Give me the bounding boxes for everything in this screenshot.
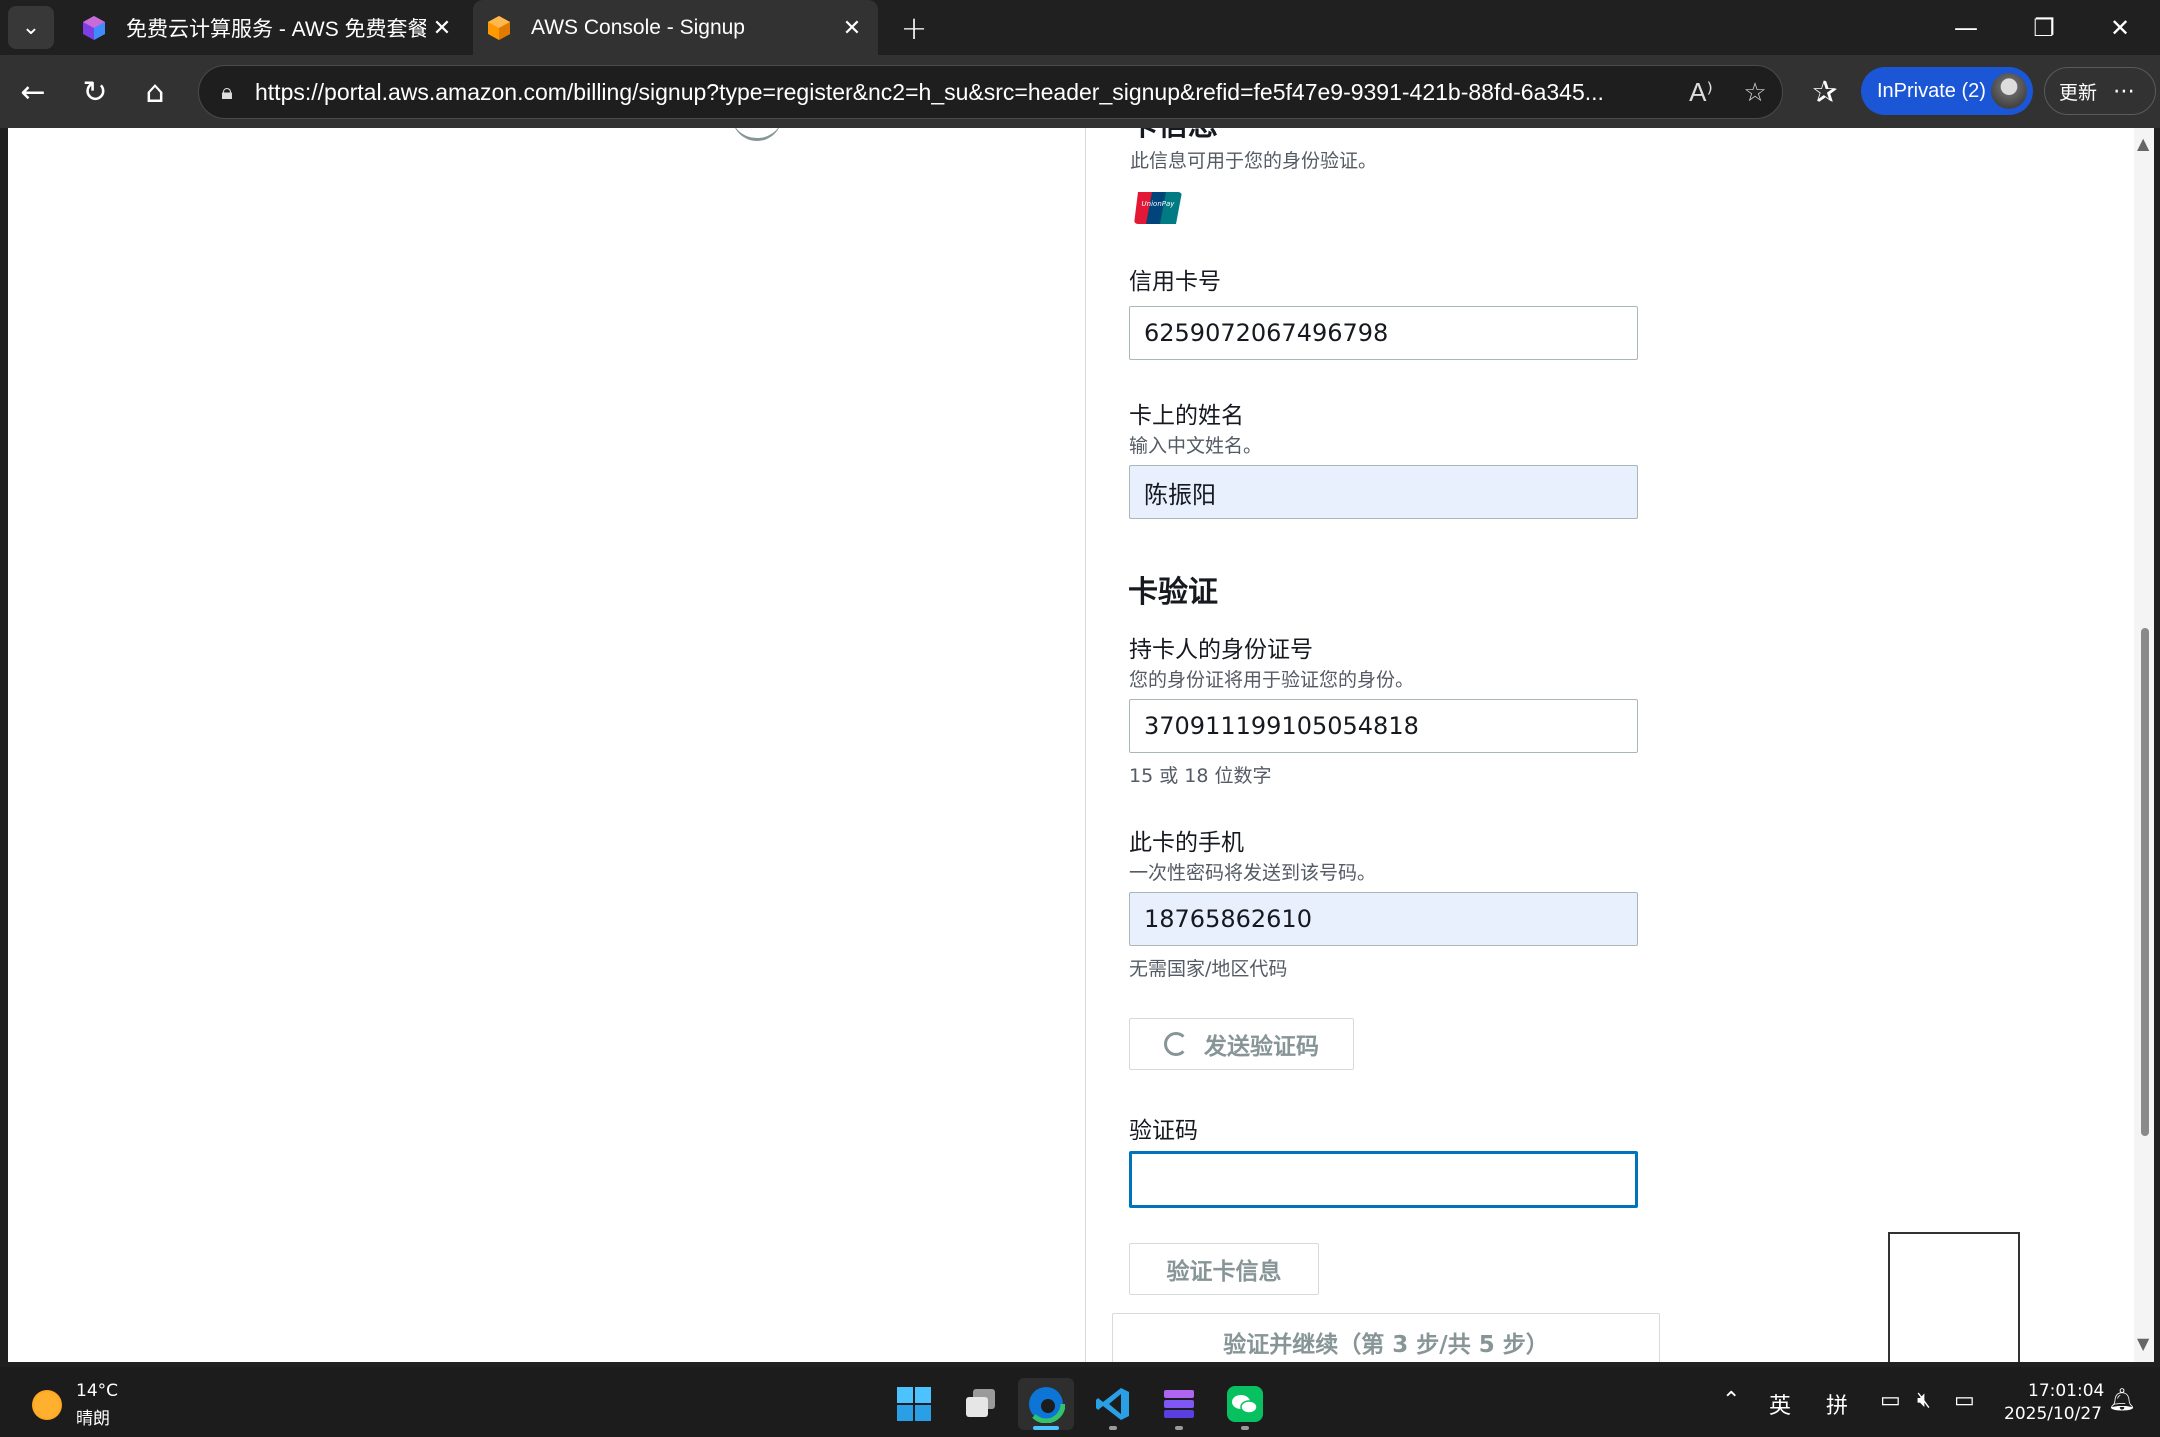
battery-icon[interactable]: ▭ <box>1954 1388 1975 1413</box>
minimize-icon[interactable]: — <box>1926 0 2006 55</box>
verify-card-button[interactable]: 验证卡信息 <box>1129 1243 1319 1295</box>
home-icon[interactable]: ⌂ <box>130 67 180 117</box>
card-name-input[interactable] <box>1129 465 1638 519</box>
id-number-hint: 您的身份证将用于验证您的身份。 <box>1129 669 1415 691</box>
aws-logo-fragment <box>732 128 782 141</box>
verify-and-continue-button[interactable]: 验证并继续（第 3 步/共 5 步） <box>1112 1313 1660 1362</box>
tab-actions-chevron-down-icon[interactable]: ⌄ <box>8 6 54 49</box>
section-title-card-info: 卡信息 <box>1128 128 1218 144</box>
aws-cube-icon <box>488 15 510 40</box>
card-name-label: 卡上的姓名 <box>1129 403 1244 429</box>
clock-time[interactable]: 17:01:04 <box>2028 1381 2104 1401</box>
card-number-label: 信用卡号 <box>1129 269 1221 295</box>
tab-close-icon[interactable]: ✕ <box>426 15 458 41</box>
wechat-icon[interactable] <box>1217 1378 1273 1430</box>
ime-language[interactable]: 英 <box>1769 1388 1791 1420</box>
refresh-icon[interactable]: ↻ <box>70 67 120 117</box>
app-stack-icon[interactable] <box>1151 1378 1207 1430</box>
running-indicator <box>1175 1426 1183 1430</box>
restore-icon[interactable]: ❐ <box>2004 0 2084 55</box>
weather-temperature[interactable]: 14°C <box>76 1381 118 1401</box>
scrollbar-thumb[interactable] <box>2141 628 2149 1136</box>
tab-title: 免费云计算服务 - AWS 免费套餐 <box>126 17 426 41</box>
sun-weather-icon[interactable] <box>32 1390 62 1420</box>
running-indicator <box>1109 1426 1117 1430</box>
otp-input[interactable] <box>1129 1151 1638 1208</box>
id-number-note: 15 或 18 位数字 <box>1129 765 1272 787</box>
tab-title: AWS Console - Signup <box>531 15 745 39</box>
phone-hint: 一次性密码将发送到该号码。 <box>1129 862 1377 884</box>
start-windows-icon[interactable] <box>886 1378 942 1430</box>
favorites-icon[interactable]: ✰ <box>1800 67 1850 117</box>
page-viewport: 卡信息 此信息可用于您的身份验证。 UnionPay 信用卡号 卡上的姓名 输入… <box>8 128 2154 1362</box>
inprivate-badge[interactable]: InPrivate (2) <box>1861 67 2033 115</box>
card-verification-heading: 卡验证 <box>1128 575 1218 610</box>
send-code-button[interactable]: 发送验证码 <box>1129 1018 1354 1070</box>
phone-label: 此卡的手机 <box>1129 830 1244 856</box>
vscode-icon[interactable] <box>1085 1378 1141 1430</box>
tab-close-icon[interactable]: ✕ <box>836 15 868 41</box>
aws-cube-icon <box>83 15 105 40</box>
svg-text:UnionPay: UnionPay <box>1142 200 1176 208</box>
section-hint: 此信息可用于您的身份验证。 <box>1130 150 1378 172</box>
phone-note: 无需国家/地区代码 <box>1129 958 1288 980</box>
id-number-input[interactable] <box>1129 699 1638 753</box>
tab-aws-free-tier[interactable]: 免费云计算服务 - AWS 免费套餐 ✕ <box>68 0 468 55</box>
close-window-icon[interactable]: ✕ <box>2080 0 2160 55</box>
task-view-icon[interactable] <box>953 1378 1009 1430</box>
scroll-up-arrow-icon[interactable]: ▲ <box>2137 134 2149 153</box>
send-code-label: 发送验证码 <box>1204 1034 1319 1060</box>
clock-date[interactable]: 2025/10/27 <box>2004 1404 2102 1424</box>
update-button[interactable]: 更新 ⋯ <box>2044 67 2156 115</box>
empty-overlay-box <box>1888 1232 2020 1362</box>
site-info-lock-icon[interactable]: 🔒︎ <box>199 79 255 105</box>
read-aloud-icon[interactable]: A⁾ <box>1674 77 1728 108</box>
ime-mode[interactable]: 拼 <box>1826 1388 1848 1420</box>
favorite-star-icon[interactable]: ☆ <box>1728 77 1782 108</box>
id-number-label: 持卡人的身份证号 <box>1129 637 1313 663</box>
otp-label: 验证码 <box>1129 1118 1198 1144</box>
new-tab-plus-icon[interactable]: + <box>892 6 936 50</box>
tray-chevron-up-icon[interactable]: ⌃ <box>1722 1388 1740 1413</box>
notification-bell-icon[interactable]: 🔔︎ <box>2108 1388 2136 1413</box>
network-icon[interactable]: ▭ <box>1880 1388 1901 1413</box>
volume-muted-icon[interactable]: 🔇︎ <box>1917 1388 1931 1413</box>
address-bar[interactable]: 🔒︎ https://portal.aws.amazon.com/billing… <box>198 65 1783 119</box>
weather-description[interactable]: 晴朗 <box>76 1404 110 1429</box>
active-indicator <box>1033 1426 1059 1430</box>
scroll-down-arrow-icon[interactable]: ▼ <box>2137 1334 2149 1353</box>
phone-input[interactable] <box>1129 892 1638 946</box>
inprivate-label: InPrivate (2) <box>1877 79 1986 102</box>
update-label: 更新 <box>2059 81 2098 104</box>
url-text[interactable]: https://portal.aws.amazon.com/billing/si… <box>255 79 1674 106</box>
more-options-icon[interactable]: ⋯ <box>2113 79 2135 104</box>
profile-avatar[interactable] <box>1991 73 2027 109</box>
loading-spinner-icon <box>1164 1032 1188 1056</box>
card-name-hint: 输入中文姓名。 <box>1129 435 1263 457</box>
back-arrow-icon[interactable]: ← <box>8 67 58 117</box>
running-indicator <box>1241 1426 1249 1430</box>
unionpay-logo: UnionPay <box>1134 192 1182 224</box>
column-divider <box>1085 128 1086 1362</box>
edge-browser-icon[interactable] <box>1018 1378 1074 1430</box>
card-number-input[interactable] <box>1129 306 1638 360</box>
tab-aws-console-signup[interactable]: AWS Console - Signup ✕ <box>473 0 878 55</box>
